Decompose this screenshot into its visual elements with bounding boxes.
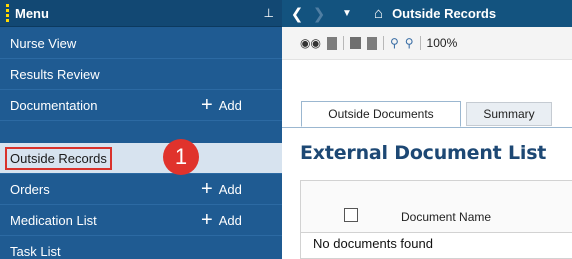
- add-label: Add: [218, 212, 242, 228]
- forward-arrow-icon[interactable]: ❯: [308, 5, 330, 23]
- sidebar-item-task-list[interactable]: Task List: [0, 236, 282, 259]
- document-table: Document Name No documents found: [300, 180, 572, 259]
- tab-summary[interactable]: Summary: [466, 102, 552, 126]
- sidebar-item-label: Outside Records: [10, 150, 107, 166]
- sidebar-item-label: Task List: [10, 243, 61, 259]
- add-label: Add: [218, 97, 242, 113]
- sidebar-item-label: Orders: [10, 181, 50, 197]
- tab-outside-documents[interactable]: Outside Documents: [301, 101, 461, 127]
- sidebar-item-results-review[interactable]: Results Review: [0, 59, 282, 90]
- sidebar-menu: Menu ⊥ Nurse View Results Review Documen…: [0, 0, 282, 259]
- section-title: External Document List: [300, 142, 547, 164]
- table-header: Document Name: [301, 181, 572, 233]
- empty-message: No documents found: [313, 236, 433, 251]
- sidebar-item-label: Documentation: [10, 97, 98, 113]
- select-all-checkbox[interactable]: [344, 208, 358, 222]
- plus-icon: +: [201, 94, 213, 116]
- dropdown-caret-icon[interactable]: ▼: [336, 8, 358, 19]
- page-icon[interactable]: [366, 36, 377, 50]
- plus-icon: +: [201, 209, 213, 231]
- find-icon[interactable]: ◉◉: [300, 36, 321, 50]
- toolbar: ◉◉ ⚲ ⚲ 100%: [282, 27, 572, 60]
- zoom-level[interactable]: 100%: [427, 36, 458, 50]
- add-documentation-button[interactable]: + Add: [201, 90, 242, 120]
- sidebar-item-label: Results Review: [10, 66, 100, 82]
- add-label: Add: [218, 181, 242, 197]
- column-header-document-name[interactable]: Document Name: [401, 210, 491, 224]
- sidebar-item-label: Nurse View: [10, 35, 77, 51]
- top-nav-bar: ❮ ❯ ▼ ⌂ Outside Records: [282, 0, 572, 27]
- menu-title: Menu: [15, 5, 49, 21]
- menu-header: Menu ⊥: [0, 0, 282, 27]
- highlight-box: Outside Records: [5, 146, 112, 170]
- toolbar-divider: [419, 36, 421, 50]
- sidebar-item-documentation[interactable]: Documentation + Add: [0, 90, 282, 121]
- document-icon[interactable]: [326, 36, 337, 50]
- step-callout-badge: 1: [163, 139, 199, 175]
- sidebar-item-outside-records[interactable]: Outside Records: [0, 143, 282, 174]
- pin-icon[interactable]: ⊥: [264, 6, 274, 20]
- sidebar-item-nurse-view[interactable]: Nurse View: [0, 28, 282, 59]
- zoom-out-icon[interactable]: ⚲: [390, 36, 399, 50]
- grip-icon[interactable]: [6, 4, 9, 22]
- add-orders-button[interactable]: + Add: [201, 174, 242, 204]
- add-medication-button[interactable]: + Add: [201, 205, 242, 235]
- tab-underline: [282, 127, 572, 128]
- home-icon[interactable]: ⌂: [374, 5, 383, 22]
- page-title: Outside Records: [392, 6, 497, 21]
- sidebar-item-label: Medication List: [10, 212, 97, 228]
- toolbar-divider: [342, 36, 344, 50]
- zoom-in-icon[interactable]: ⚲: [405, 36, 414, 50]
- plus-icon: +: [201, 178, 213, 200]
- print-icon[interactable]: [349, 37, 361, 49]
- toolbar-divider: [382, 36, 384, 50]
- sidebar-item-orders[interactable]: Orders + Add: [0, 174, 282, 205]
- sidebar-item-medication-list[interactable]: Medication List + Add: [0, 205, 282, 236]
- back-arrow-icon[interactable]: ❮: [286, 5, 308, 23]
